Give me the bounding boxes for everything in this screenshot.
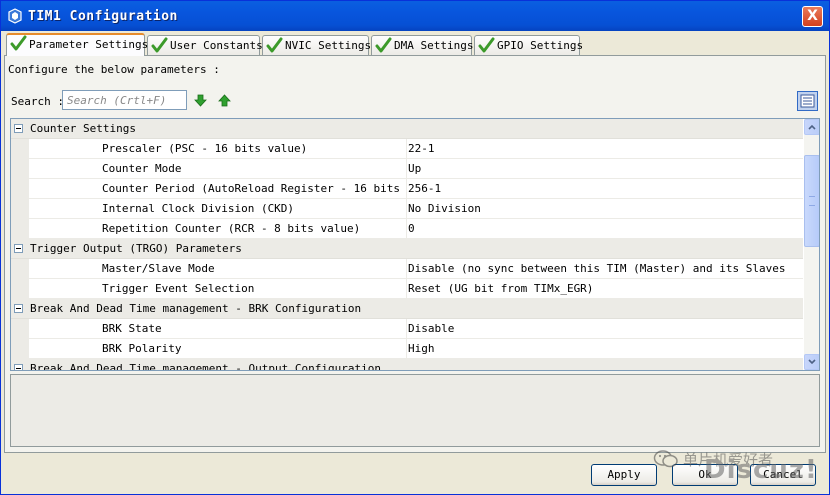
param-value[interactable]: Reset (UG bit from TIMx_EGR) [408, 282, 803, 295]
arrow-down-icon[interactable] [194, 94, 207, 107]
param-row[interactable]: Prescaler (PSC - 16 bits value) 22-1 [11, 139, 803, 159]
row-gutter [11, 219, 29, 239]
collapse-icon[interactable] [14, 364, 23, 370]
cube-mx-icon [8, 8, 22, 24]
watermark-brand: Discuz! [704, 455, 818, 485]
scroll-down-button[interactable] [804, 354, 819, 370]
tab-gpio-settings[interactable]: GPIO Settings [474, 35, 584, 55]
search-input[interactable] [62, 90, 187, 110]
window-title: TIM1 Configuration [28, 9, 178, 24]
row-gutter [11, 319, 29, 339]
checkmark-icon [266, 37, 283, 53]
collapse-icon[interactable] [14, 244, 23, 253]
param-row[interactable]: Internal Clock Division (CKD) No Divisio… [11, 199, 803, 219]
param-name: Trigger Event Selection [102, 282, 255, 295]
chevron-down-icon [808, 359, 816, 365]
column-divider [406, 339, 407, 359]
group-row-trigger-output[interactable]: Trigger Output (TRGO) Parameters [11, 239, 803, 259]
checkmark-icon [478, 37, 495, 53]
checkmark-icon [10, 35, 27, 51]
close-button[interactable]: X [802, 6, 823, 27]
list-view-icon [800, 94, 815, 108]
column-divider [406, 199, 407, 219]
group-row-counter-settings[interactable]: Counter Settings [11, 119, 803, 139]
tab-label: DMA Settings [394, 39, 474, 52]
arrow-up-icon[interactable] [218, 94, 231, 107]
column-divider [406, 319, 407, 339]
param-name: BRK Polarity [102, 342, 182, 355]
row-gutter [11, 339, 29, 359]
param-name: Counter Mode [102, 162, 182, 175]
toggle-view-button[interactable] [797, 91, 818, 111]
column-divider [406, 219, 407, 239]
title-bar[interactable]: TIM1 Configuration X [1, 1, 829, 31]
tab-label: User Constants [170, 39, 263, 52]
row-gutter [11, 139, 29, 159]
param-value[interactable]: High [408, 342, 803, 355]
param-name: Counter Period (AutoReload Register - 16… [102, 182, 404, 195]
group-row-brk-configuration[interactable]: Break And Dead Time management - BRK Con… [11, 299, 803, 319]
chevron-up-icon [808, 124, 816, 130]
param-name: Master/Slave Mode [102, 262, 215, 275]
row-gutter [11, 159, 29, 179]
column-divider [406, 139, 407, 159]
param-value[interactable]: No Division [408, 202, 803, 215]
group-label: Trigger Output (TRGO) Parameters [30, 242, 242, 255]
group-label: Break And Dead Time management - Output … [30, 362, 381, 371]
wechat-icon [653, 450, 678, 468]
param-row[interactable]: BRK State Disable [11, 319, 803, 339]
column-divider [406, 159, 407, 179]
row-gutter [11, 279, 29, 299]
scroll-up-button[interactable] [804, 119, 819, 135]
apply-button[interactable]: Apply [591, 464, 657, 486]
column-divider [406, 179, 407, 199]
description-text: Configure the below parameters : [8, 63, 220, 76]
group-label: Break And Dead Time management - BRK Con… [30, 302, 362, 315]
param-row[interactable]: Repetition Counter (RCR - 8 bits value) … [11, 219, 803, 239]
row-gutter [11, 179, 29, 199]
tab-nvic-settings[interactable]: NVIC Settings [262, 35, 372, 55]
column-divider [406, 279, 407, 299]
param-value[interactable]: 0 [408, 222, 803, 235]
vertical-scrollbar[interactable] [804, 119, 819, 370]
watermark: 单片机爱好者 Discuz! [649, 445, 829, 485]
tab-label: GPIO Settings [497, 39, 584, 52]
group-row-output-configuration[interactable]: Break And Dead Time management - Output … [11, 359, 803, 371]
column-divider [406, 259, 407, 279]
tab-label: Parameter Settings [29, 38, 149, 51]
param-name: BRK State [102, 322, 162, 335]
param-value[interactable]: 22-1 [408, 142, 803, 155]
tab-user-constants[interactable]: User Constants [147, 35, 263, 55]
param-value[interactable]: Disable (no sync between this TIM (Maste… [408, 262, 803, 275]
tab-label: NVIC Settings [285, 39, 372, 52]
row-gutter [11, 259, 29, 279]
checkmark-icon [375, 37, 392, 53]
scroll-thumb[interactable] [804, 155, 819, 247]
param-name: Internal Clock Division (CKD) [102, 202, 295, 215]
param-name: Prescaler (PSC - 16 bits value) [102, 142, 308, 155]
param-value[interactable]: 256-1 [408, 182, 803, 195]
param-row[interactable]: Master/Slave Mode Disable (no sync betwe… [11, 259, 803, 279]
param-value[interactable]: Up [408, 162, 803, 175]
param-value[interactable]: Disable [408, 322, 803, 335]
group-label: Counter Settings [30, 122, 136, 135]
collapse-icon[interactable] [14, 304, 23, 313]
param-row[interactable]: Counter Period (AutoReload Register - 16… [11, 179, 803, 199]
param-row[interactable]: BRK Polarity High [11, 339, 803, 359]
tab-dma-settings[interactable]: DMA Settings [371, 35, 474, 55]
param-row[interactable]: Trigger Event Selection Reset (UG bit fr… [11, 279, 803, 299]
parameter-description-panel [10, 374, 820, 447]
row-gutter [11, 199, 29, 219]
parameter-grid: Counter Settings Prescaler (PSC - 16 bit… [10, 118, 820, 371]
param-name: Repetition Counter (RCR - 8 bits value) [102, 222, 361, 235]
param-row[interactable]: Counter Mode Up [11, 159, 803, 179]
tab-parameter-settings[interactable]: Parameter Settings [6, 33, 149, 56]
dialog-window: TIM1 Configuration X Parameter Settings … [0, 0, 830, 495]
checkmark-icon [151, 37, 168, 53]
collapse-icon[interactable] [14, 124, 23, 133]
search-label: Search : [11, 95, 64, 108]
